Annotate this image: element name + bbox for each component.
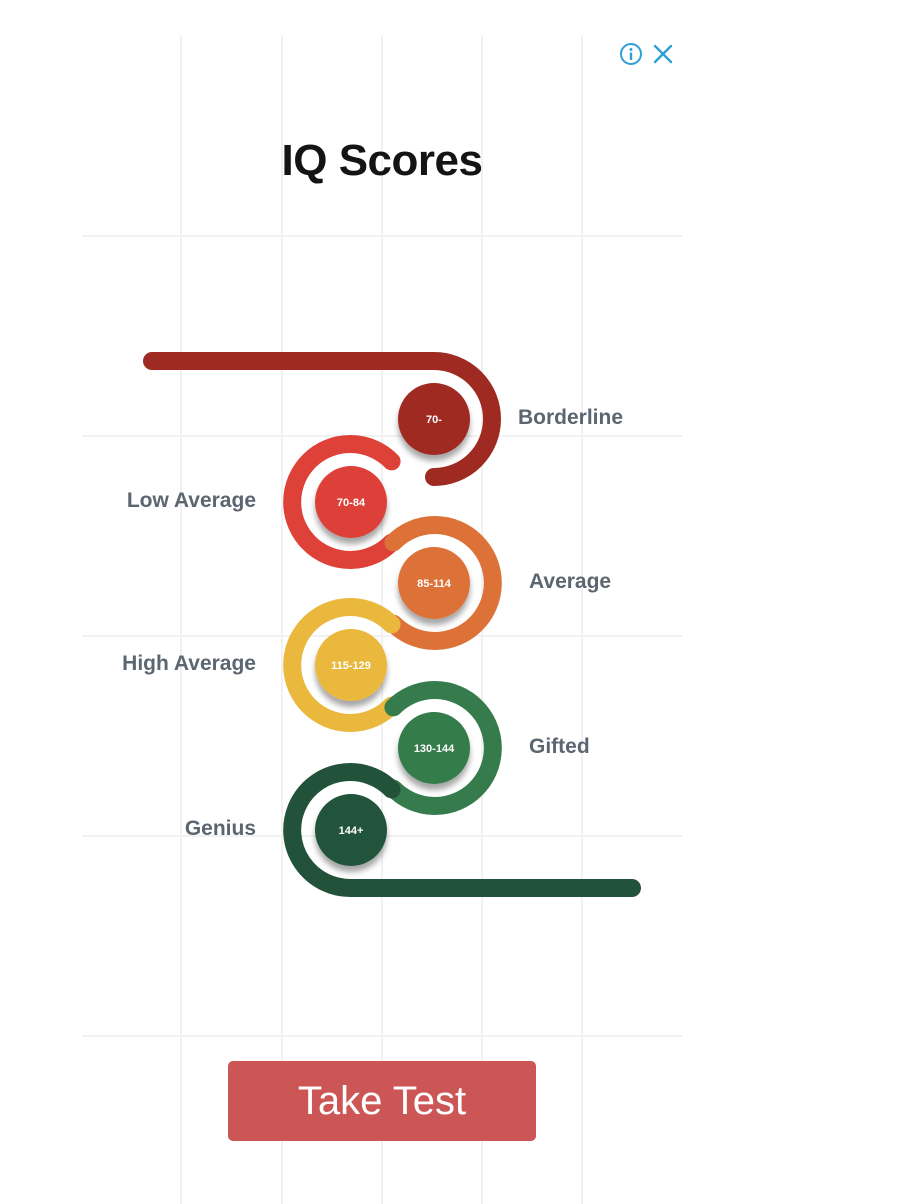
score-range: 130-144 bbox=[414, 743, 455, 755]
score-range: 70- bbox=[426, 414, 442, 426]
category-label: High Average bbox=[122, 652, 256, 675]
score-range: 85-114 bbox=[417, 578, 452, 590]
category-label: Genius bbox=[184, 817, 256, 840]
score-range: 144+ bbox=[339, 825, 364, 837]
take-test-button[interactable]: Take Test bbox=[228, 1061, 536, 1141]
iq-chart: 70- 70-84 85-114 115-129 130-144 144+ bbox=[143, 352, 641, 898]
category-label: Gifted bbox=[529, 735, 590, 758]
category-label: Average bbox=[529, 570, 612, 593]
score-range: 70-84 bbox=[337, 497, 366, 509]
category-label: Borderline bbox=[518, 406, 624, 429]
score-range: 115-129 bbox=[331, 660, 371, 672]
category-label: Low Average bbox=[126, 489, 256, 512]
